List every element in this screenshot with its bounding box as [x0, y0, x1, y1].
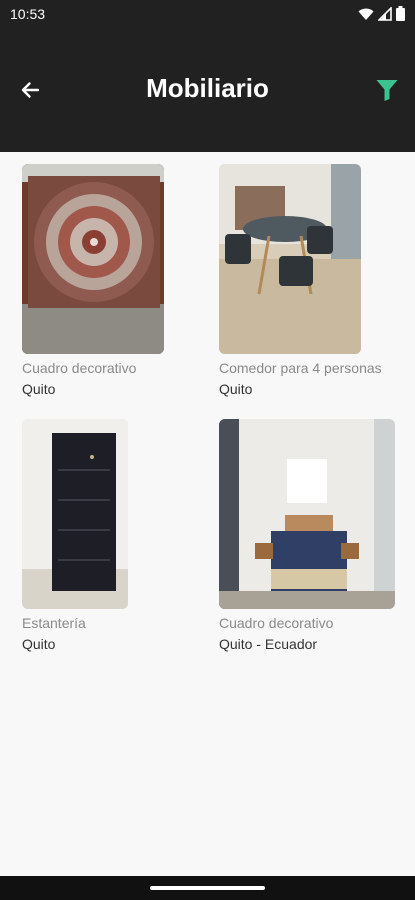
item-image[interactable] [22, 164, 164, 354]
items-grid[interactable]: Cuadro decorativo Quito Comedor para 4 p… [0, 152, 415, 876]
item-card[interactable]: Cuadro decorativo Quito [22, 164, 167, 397]
item-image[interactable] [22, 419, 128, 609]
item-location: Quito [22, 636, 56, 652]
app-bar: Mobiliario [0, 28, 415, 152]
wifi-icon [358, 8, 374, 20]
home-handle[interactable] [150, 886, 265, 890]
item-title: Comedor para 4 personas [219, 360, 382, 376]
item-card[interactable]: Cuadro decorativo Quito - Ecuador [219, 419, 395, 652]
battery-icon [396, 6, 405, 21]
status-time: 10:53 [10, 6, 46, 22]
item-title: Cuadro decorativo [219, 615, 334, 631]
filter-icon [376, 80, 398, 101]
bedroom-image [219, 419, 395, 609]
status-icons [358, 6, 405, 21]
item-card[interactable]: Comedor para 4 personas Quito [219, 164, 382, 397]
dining-set-image [219, 164, 361, 354]
item-title: Estantería [22, 615, 86, 631]
item-location: Quito - Ecuador [219, 636, 318, 652]
item-image[interactable] [219, 419, 395, 609]
item-image[interactable] [219, 164, 361, 354]
item-location: Quito [22, 381, 56, 397]
signal-icon [378, 6, 392, 21]
filter-button[interactable] [371, 74, 403, 106]
navigation-bar [0, 876, 415, 900]
status-bar: 10:53 [0, 0, 415, 28]
item-card[interactable]: Estantería Quito [22, 419, 167, 652]
item-location: Quito [219, 381, 253, 397]
item-title: Cuadro decorativo [22, 360, 137, 376]
shelf-image [22, 419, 128, 609]
page-title: Mobiliario [146, 73, 269, 103]
mandala-artwork-image [22, 164, 164, 354]
